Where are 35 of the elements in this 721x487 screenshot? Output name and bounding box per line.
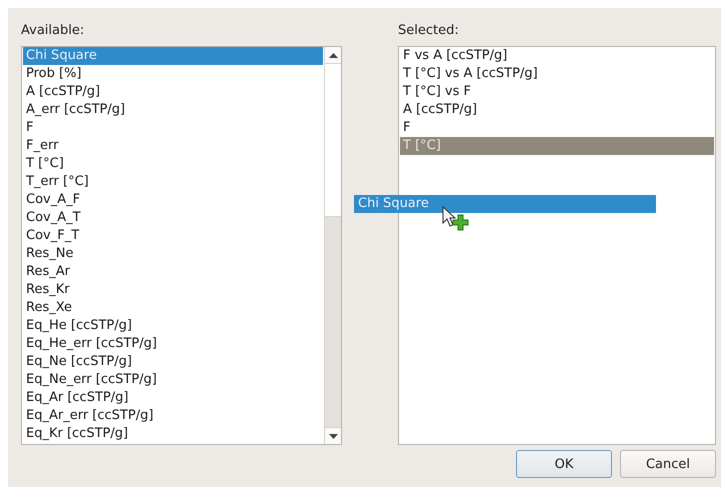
list-item[interactable]: F_err (23, 137, 323, 155)
available-label: Available: (21, 22, 86, 40)
scroll-up-icon[interactable] (328, 52, 338, 58)
scrollbar[interactable] (324, 47, 341, 444)
list-item[interactable]: F (23, 119, 323, 137)
list-item[interactable]: Eq_Ar_err [ccSTP/g] (23, 407, 323, 425)
available-list[interactable] (21, 46, 342, 445)
list-item[interactable]: Eq_Ne_err [ccSTP/g] (23, 371, 323, 389)
ok-button[interactable]: OK (516, 450, 612, 478)
list-item[interactable]: Eq_He_err [ccSTP/g] (23, 335, 323, 353)
list-item[interactable]: Eq_Ar [ccSTP/g] (23, 389, 323, 407)
cancel-button[interactable]: Cancel (620, 450, 716, 478)
list-item[interactable]: Res_Ne (23, 245, 323, 263)
list-item[interactable]: A_err [ccSTP/g] (23, 101, 323, 119)
list-item[interactable]: F (400, 119, 714, 137)
list-item[interactable]: Res_Xe (23, 299, 323, 317)
list-item[interactable]: T [°C] vs A [ccSTP/g] (400, 65, 714, 83)
drag-item: Chi Square (354, 195, 656, 213)
list-item[interactable]: Cov_F_T (23, 227, 323, 245)
list-item[interactable]: T_err [°C] (23, 173, 323, 191)
list-item[interactable]: Res_Ar (23, 263, 323, 281)
scroll-down-icon[interactable] (328, 434, 338, 438)
list-item[interactable]: Eq_Ne [ccSTP/g] (23, 353, 323, 371)
list-item[interactable]: Cov_A_F (23, 191, 323, 209)
list-item[interactable]: Cov_A_T (23, 209, 323, 227)
list-item[interactable]: F vs A [ccSTP/g] (400, 47, 714, 65)
list-item[interactable]: T [°C] vs F (400, 83, 714, 101)
list-item[interactable]: Eq_Kr [ccSTP/g] (23, 425, 323, 443)
list-item[interactable]: Res_Kr (23, 281, 323, 299)
list-item[interactable]: A [ccSTP/g] (23, 83, 323, 101)
selected-label: Selected: (398, 22, 460, 40)
list-item[interactable]: A [ccSTP/g] (400, 101, 714, 119)
list-item[interactable]: Prob [%] (23, 65, 323, 83)
list-item[interactable]: Eq_He [ccSTP/g] (23, 317, 323, 335)
list-item[interactable]: T [°C] (23, 155, 323, 173)
